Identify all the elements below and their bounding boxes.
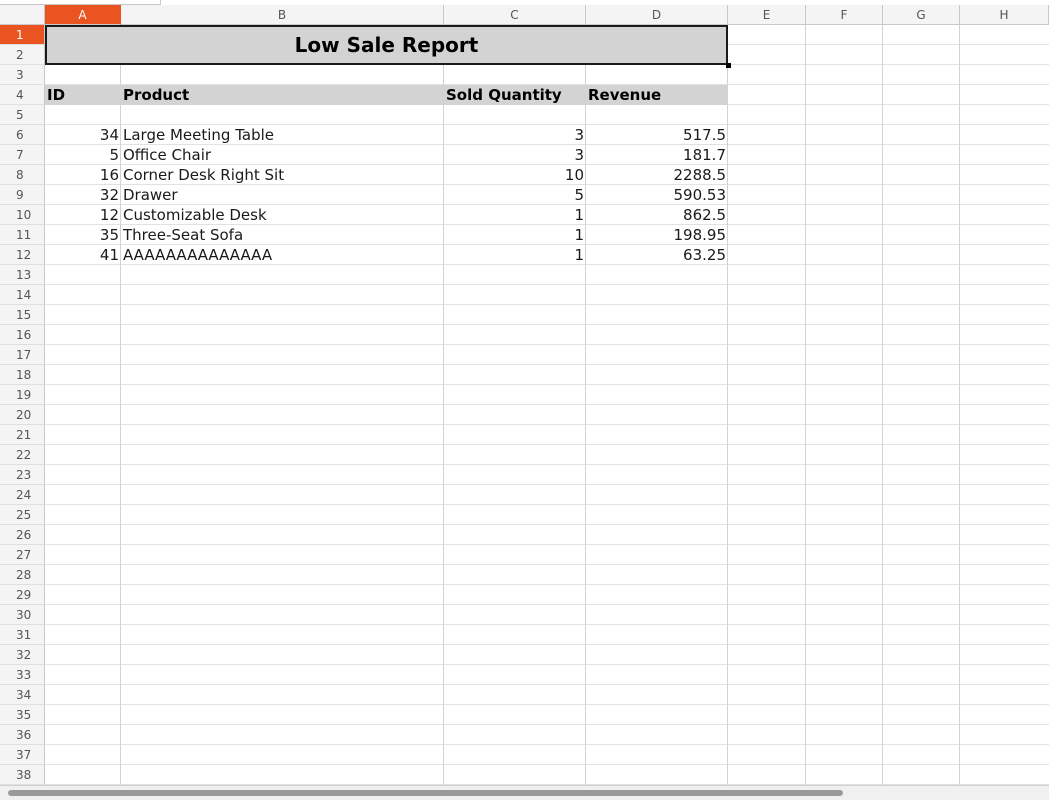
row-header-8[interactable]: 8 xyxy=(0,165,45,185)
row-header-36[interactable]: 36 xyxy=(0,725,45,745)
header-product[interactable]: Product xyxy=(121,85,444,105)
cell-revenue[interactable]: 590.53 xyxy=(586,185,728,205)
cell-id[interactable]: 34 xyxy=(45,125,121,145)
cell-product[interactable]: Large Meeting Table xyxy=(121,125,444,145)
cell-revenue[interactable]: 862.5 xyxy=(586,205,728,225)
column-header-e[interactable]: E xyxy=(728,5,806,25)
column-gridline xyxy=(882,25,883,785)
row-header-6[interactable]: 6 xyxy=(0,125,45,145)
row-header-16[interactable]: 16 xyxy=(0,325,45,345)
row-header-30[interactable]: 30 xyxy=(0,605,45,625)
horizontal-scrollbar-thumb[interactable] xyxy=(8,790,843,796)
row-header-22[interactable]: 22 xyxy=(0,445,45,465)
column-header-a[interactable]: A xyxy=(45,5,121,25)
cell-product[interactable]: Drawer xyxy=(121,185,444,205)
row-header-33[interactable]: 33 xyxy=(0,665,45,685)
fill-handle[interactable] xyxy=(726,63,731,68)
cell-id[interactable]: 32 xyxy=(45,185,121,205)
cell-revenue[interactable]: 198.95 xyxy=(586,225,728,245)
cell-id[interactable]: 41 xyxy=(45,245,121,265)
row-header-37[interactable]: 37 xyxy=(0,745,45,765)
row-header-20[interactable]: 20 xyxy=(0,405,45,425)
cell-sold-quantity[interactable]: 1 xyxy=(444,225,586,245)
row-header-17[interactable]: 17 xyxy=(0,345,45,365)
row-header-2[interactable]: 2 xyxy=(0,45,45,65)
column-header-g[interactable]: G xyxy=(883,5,960,25)
row-header-24[interactable]: 24 xyxy=(0,485,45,505)
row-header-12[interactable]: 12 xyxy=(0,245,45,265)
column-header-f[interactable]: F xyxy=(806,5,883,25)
header-id[interactable]: ID xyxy=(45,85,121,105)
row-header-1[interactable]: 1 xyxy=(0,25,45,45)
row-header-9[interactable]: 9 xyxy=(0,185,45,205)
row-header-32[interactable]: 32 xyxy=(0,645,45,665)
row-header-11[interactable]: 11 xyxy=(0,225,45,245)
column-header-h[interactable]: H xyxy=(960,5,1049,25)
cell-product[interactable]: AAAAAAAAAAAAAA xyxy=(121,245,444,265)
report-title[interactable]: Low Sale Report xyxy=(45,25,728,65)
cell-sold-quantity[interactable]: 3 xyxy=(444,125,586,145)
header-sold-quantity[interactable]: Sold Quantity xyxy=(444,85,586,105)
row-header-5[interactable]: 5 xyxy=(0,105,45,125)
column-header-c[interactable]: C xyxy=(444,5,586,25)
column-gridline xyxy=(805,25,806,785)
row-header-19[interactable]: 19 xyxy=(0,385,45,405)
row-header-25[interactable]: 25 xyxy=(0,505,45,525)
row-header-3[interactable]: 3 xyxy=(0,65,45,85)
row-header-27[interactable]: 27 xyxy=(0,545,45,565)
cell-id[interactable]: 5 xyxy=(45,145,121,165)
row-header-13[interactable]: 13 xyxy=(0,265,45,285)
cell-product[interactable]: Customizable Desk xyxy=(121,205,444,225)
row-header-7[interactable]: 7 xyxy=(0,145,45,165)
cell-product[interactable]: Office Chair xyxy=(121,145,444,165)
row-header-23[interactable]: 23 xyxy=(0,465,45,485)
row-header-4[interactable]: 4 xyxy=(0,85,45,105)
column-gridline xyxy=(959,25,960,785)
row-header-31[interactable]: 31 xyxy=(0,625,45,645)
row-header-14[interactable]: 14 xyxy=(0,285,45,305)
column-header-b[interactable]: B xyxy=(121,5,444,25)
select-all-corner[interactable] xyxy=(0,5,45,25)
cell-id[interactable]: 12 xyxy=(45,205,121,225)
cell-id[interactable]: 35 xyxy=(45,225,121,245)
row-header-34[interactable]: 34 xyxy=(0,685,45,705)
row-header-10[interactable]: 10 xyxy=(0,205,45,225)
cell-sold-quantity[interactable]: 1 xyxy=(444,245,586,265)
row-header-28[interactable]: 28 xyxy=(0,565,45,585)
cell-id[interactable]: 16 xyxy=(45,165,121,185)
cell-sold-quantity[interactable]: 1 xyxy=(444,205,586,225)
cell-product[interactable]: Three-Seat Sofa xyxy=(121,225,444,245)
row-header-38[interactable]: 38 xyxy=(0,765,45,785)
cell-revenue[interactable]: 517.5 xyxy=(586,125,728,145)
row-header-26[interactable]: 26 xyxy=(0,525,45,545)
row-header-18[interactable]: 18 xyxy=(0,365,45,385)
column-header-d[interactable]: D xyxy=(586,5,728,25)
cell-sold-quantity[interactable]: 5 xyxy=(444,185,586,205)
spreadsheet[interactable]: ABCDEFGH 1 2 3 4 5 6 7 8 9 10 11 12 13 14 15 16 17 18 19 20… xyxy=(0,0,1049,800)
cell-product[interactable]: Corner Desk Right Sit xyxy=(121,165,444,185)
row-header-21[interactable]: 21 xyxy=(0,425,45,445)
cell-sold-quantity[interactable]: 3 xyxy=(444,145,586,165)
row-header-15[interactable]: 15 xyxy=(0,305,45,325)
row-header-29[interactable]: 29 xyxy=(0,585,45,605)
cell-revenue[interactable]: 2288.5 xyxy=(586,165,728,185)
cell-sold-quantity[interactable]: 10 xyxy=(444,165,586,185)
cell-revenue[interactable]: 181.7 xyxy=(586,145,728,165)
header-revenue[interactable]: Revenue xyxy=(586,85,728,105)
row-header-35[interactable]: 35 xyxy=(0,705,45,725)
cell-revenue[interactable]: 63.25 xyxy=(586,245,728,265)
